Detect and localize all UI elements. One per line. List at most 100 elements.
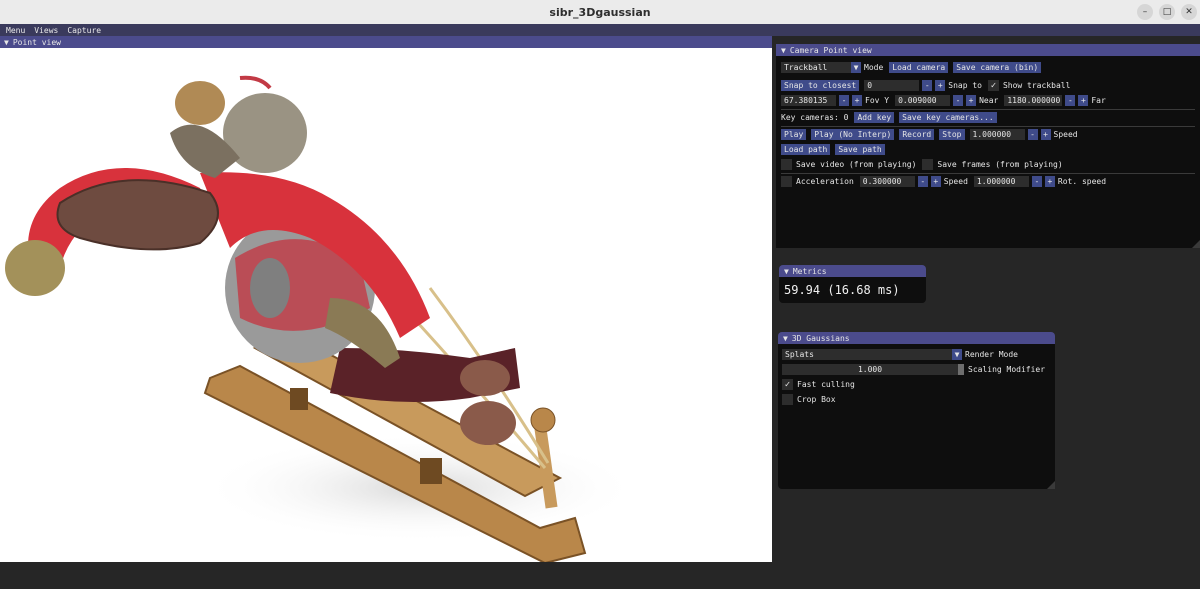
rot-speed-label: Rot. speed — [1057, 177, 1107, 186]
metrics-panel: ▼ Metrics 59.94 (16.68 ms) — [779, 265, 926, 303]
near-label: Near — [979, 96, 999, 105]
scaling-modifier-value: 1.000 — [857, 365, 883, 374]
save-video-label: Save video (from playing) — [796, 160, 917, 169]
acceleration-label: Acceleration — [796, 177, 854, 186]
far-decrement-button[interactable]: - — [1065, 95, 1076, 106]
camera-panel-title: Camera Point view — [789, 45, 872, 55]
snap-decrement-button[interactable]: - — [922, 80, 933, 91]
mode-dropdown-value: Trackball — [784, 63, 828, 72]
acceleration-decrement-button[interactable]: - — [917, 176, 928, 187]
point-view-title-bar[interactable]: ▼ Point view — [0, 36, 772, 48]
fov-decrement-button[interactable]: - — [839, 95, 849, 106]
play-button[interactable]: Play — [781, 129, 807, 140]
menu-bar: Menu Views Capture — [0, 24, 1200, 36]
save-camera-button[interactable]: Save camera (bin) — [953, 62, 1042, 73]
snap-to-label: Snap to — [948, 81, 982, 90]
move-speed-field[interactable]: 1.000000 — [973, 176, 1029, 187]
acceleration-checkbox[interactable] — [781, 176, 792, 187]
separator — [781, 173, 1195, 174]
acceleration-field[interactable]: 0.300000 — [859, 176, 915, 187]
window-title: sibr_3Dgaussian — [549, 5, 651, 19]
point-view-title: Point view — [12, 37, 61, 47]
gaussians-panel-title: 3D Gaussians — [791, 333, 850, 343]
move-speed-decrement-button[interactable]: - — [1031, 176, 1042, 187]
window-title-bar: sibr_3Dgaussian — [0, 0, 1200, 24]
save-frames-checkbox[interactable] — [922, 159, 934, 170]
key-cameras-count: Key cameras: 0 — [781, 113, 849, 122]
crop-box-checkbox[interactable] — [782, 394, 793, 405]
add-key-button[interactable]: Add key — [854, 112, 895, 123]
chevron-down-icon[interactable]: ▼ — [851, 62, 861, 73]
fast-culling-checkbox[interactable]: ✓ — [782, 379, 793, 390]
collapse-triangle-icon[interactable]: ▼ — [781, 46, 786, 55]
point-view-viewport[interactable] — [0, 48, 772, 562]
fps-readout: 59.94 (16.68 ms) — [784, 283, 900, 297]
render-mode-value: Splats — [785, 350, 814, 359]
path-speed-decrement-button[interactable]: - — [1027, 129, 1038, 140]
show-trackball-checkbox[interactable]: ✓ — [987, 80, 999, 91]
chevron-down-icon[interactable]: ▼ — [952, 349, 962, 360]
far-increment-button[interactable]: + — [1078, 95, 1089, 106]
path-speed-label: Speed — [1053, 130, 1078, 139]
load-camera-button[interactable]: Load camera — [889, 62, 949, 73]
scaling-modifier-label: Scaling Modifier — [968, 365, 1046, 374]
move-speed-label: Speed — [943, 177, 968, 186]
collapse-triangle-icon[interactable]: ▼ — [4, 38, 9, 47]
record-button[interactable]: Record — [899, 129, 935, 140]
camera-panel-title-bar[interactable]: ▼ Camera Point view — [776, 44, 1200, 56]
collapse-triangle-icon[interactable]: ▼ — [784, 267, 789, 276]
save-path-button[interactable]: Save path — [835, 144, 885, 155]
show-trackball-label: Show trackball — [1002, 81, 1071, 90]
minimize-icon[interactable]: – — [1137, 4, 1153, 20]
crop-box-label: Crop Box — [797, 395, 836, 404]
checkmark-icon: ✓ — [990, 80, 997, 91]
snap-to-closest-button[interactable]: Snap to closest — [781, 80, 860, 91]
scaling-modifier-slider[interactable]: 1.000 — [782, 364, 958, 375]
resize-grip[interactable] — [1047, 481, 1055, 489]
near-field[interactable]: 0.009000 — [895, 95, 951, 106]
metrics-panel-title-bar[interactable]: ▼ Metrics — [779, 265, 926, 277]
save-key-cameras-button[interactable]: Save key cameras... — [899, 112, 997, 123]
far-field[interactable]: 1180.000000 — [1004, 95, 1063, 106]
gaussians-panel: ▼ 3D Gaussians Splats ▼ Render Mode 1.00… — [778, 332, 1055, 489]
menu-item-views[interactable]: Views — [34, 26, 58, 35]
near-decrement-button[interactable]: - — [953, 95, 964, 106]
render-mode-label: Render Mode — [965, 350, 1018, 359]
path-speed-increment-button[interactable]: + — [1040, 129, 1051, 140]
fov-label: Fov Y — [865, 96, 890, 105]
menu-item-menu[interactable]: Menu — [6, 26, 25, 35]
snap-index-field[interactable]: 0 — [864, 80, 920, 91]
play-no-interp-button[interactable]: Play (No Interp) — [811, 129, 895, 140]
close-icon[interactable]: ✕ — [1181, 4, 1197, 20]
slider-grab-handle[interactable] — [958, 364, 964, 375]
maximize-icon[interactable]: □ — [1159, 4, 1175, 20]
render-mode-dropdown[interactable]: Splats — [782, 349, 952, 360]
move-speed-increment-button[interactable]: + — [1044, 176, 1055, 187]
separator — [781, 126, 1195, 127]
stop-button[interactable]: Stop — [939, 129, 965, 140]
separator — [781, 109, 1195, 110]
gaussians-panel-title-bar[interactable]: ▼ 3D Gaussians — [778, 332, 1055, 344]
resize-grip[interactable] — [1192, 240, 1200, 248]
snap-increment-button[interactable]: + — [935, 80, 946, 91]
rendered-scene-image — [5, 75, 640, 562]
collapse-triangle-icon[interactable]: ▼ — [783, 334, 788, 343]
fov-increment-button[interactable]: + — [852, 95, 862, 106]
fov-field[interactable]: 67.380135 — [781, 95, 836, 106]
metrics-panel-body: 59.94 (16.68 ms) — [779, 277, 926, 303]
load-path-button[interactable]: Load path — [781, 144, 831, 155]
camera-panel: ▼ Camera Point view Trackball ▼ Mode Loa… — [776, 44, 1200, 248]
mode-dropdown[interactable]: Trackball — [781, 62, 851, 73]
far-label: Far — [1091, 96, 1106, 105]
acceleration-increment-button[interactable]: + — [930, 176, 941, 187]
save-video-checkbox[interactable] — [781, 159, 792, 170]
gaussians-panel-body: Splats ▼ Render Mode 1.000 Scaling Modif… — [778, 344, 1055, 489]
metrics-panel-title: Metrics — [792, 266, 827, 276]
near-increment-button[interactable]: + — [966, 95, 977, 106]
camera-panel-body: Trackball ▼ Mode Load camera Save camera… — [776, 56, 1200, 248]
save-frames-label: Save frames (from playing) — [937, 160, 1063, 169]
fast-culling-label: Fast culling — [797, 380, 855, 389]
menu-item-capture[interactable]: Capture — [67, 26, 101, 35]
path-speed-field[interactable]: 1.000000 — [969, 129, 1025, 140]
mode-label: Mode — [864, 63, 884, 72]
